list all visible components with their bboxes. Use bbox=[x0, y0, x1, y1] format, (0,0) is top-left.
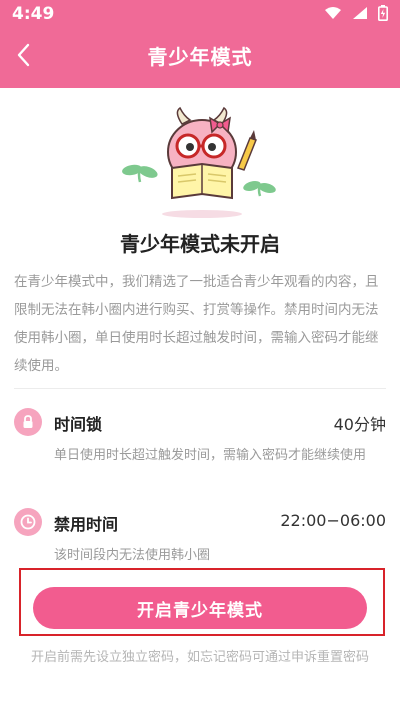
mode-description: 在青少年模式中，我们精选了一批适合青少年观看的内容，且限制无法在韩小圈内进行购买… bbox=[14, 274, 379, 374]
feature-description: 单日使用时长超过触发时间，需输入密码才能继续使用 bbox=[54, 448, 367, 463]
feature-label: 禁用时间 bbox=[54, 515, 119, 534]
status-heading: 青少年模式未开启 bbox=[120, 232, 280, 256]
page-title: 青少年模式 bbox=[147, 45, 253, 69]
feature-label: 时间锁 bbox=[54, 415, 103, 434]
feature-description: 该时间段内无法使用韩小圈 bbox=[54, 548, 211, 563]
battery-icon bbox=[378, 5, 388, 21]
password-note: 开启前需先设立独立密码，如忘记密码可通过申诉重置密码 bbox=[30, 650, 369, 665]
clock-icon bbox=[14, 508, 42, 536]
lock-icon bbox=[14, 408, 42, 436]
feature-value: 22:00−06:00 bbox=[280, 511, 386, 530]
status-time: 4:49 bbox=[12, 4, 55, 24]
wifi-icon bbox=[325, 7, 341, 19]
mascot-illustration bbox=[122, 106, 276, 218]
status-icons bbox=[324, 5, 388, 21]
feature-value: 40分钟 bbox=[333, 415, 386, 434]
enable-youth-mode-button[interactable]: 开启青少年模式 bbox=[33, 587, 367, 629]
signal-icon bbox=[353, 7, 367, 19]
app-header: 4:49 青少年模式 bbox=[0, 0, 400, 88]
divider bbox=[14, 388, 386, 389]
